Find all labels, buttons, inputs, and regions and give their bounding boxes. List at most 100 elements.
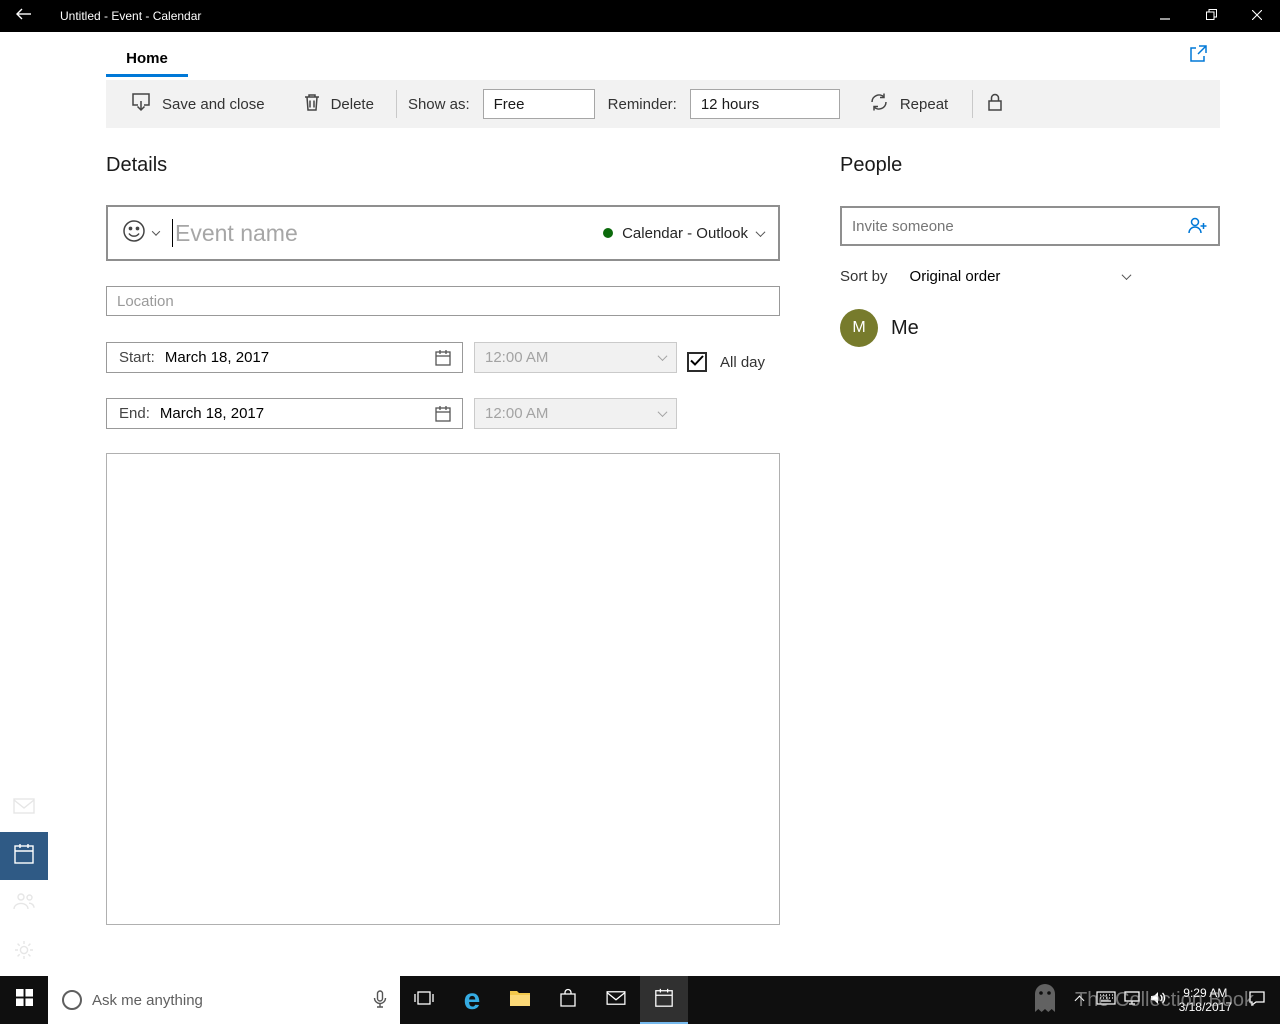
mail-icon (606, 990, 626, 1011)
window-title: Untitled - Event - Calendar (60, 9, 202, 23)
window-controls (1142, 0, 1280, 32)
speaker-icon (1149, 990, 1167, 1011)
show-as-value: Free (493, 95, 525, 113)
restore-button[interactable] (1188, 0, 1234, 32)
show-hidden-icons-button[interactable] (1067, 976, 1093, 1024)
clock-date: 3/18/2017 (1178, 1000, 1232, 1014)
all-day-label: All day (720, 354, 766, 371)
gear-icon (13, 939, 35, 966)
sidebar-item-settings[interactable] (0, 928, 48, 976)
minimize-button[interactable] (1142, 0, 1188, 32)
network-button[interactable] (1119, 976, 1145, 1024)
toolbar-separator (395, 90, 397, 118)
add-person-icon[interactable] (1186, 215, 1208, 237)
windows-logo-icon (15, 989, 33, 1011)
repeat-label: Repeat (899, 95, 949, 113)
delete-button[interactable]: Delete (297, 80, 380, 128)
app-sidebar (0, 32, 48, 976)
cortana-icon (62, 990, 82, 1010)
close-icon (1251, 7, 1263, 25)
sidebar-item-mail[interactable] (0, 784, 48, 832)
popout-icon (1188, 44, 1208, 69)
all-day-checkbox[interactable] (687, 352, 707, 372)
taskbar-item-mail[interactable] (592, 976, 640, 1024)
close-button[interactable] (1234, 0, 1280, 32)
chevron-down-icon (657, 407, 668, 418)
datepicker-calendar-icon (434, 405, 452, 423)
sort-by-dropdown[interactable]: Original order (909, 268, 1131, 285)
show-as-combobox[interactable]: Free (482, 89, 595, 119)
start-label: Start: (119, 349, 155, 366)
invite-input[interactable] (842, 217, 1186, 235)
restore-icon (1205, 7, 1217, 25)
chevron-up-icon (1074, 995, 1085, 1005)
delete-label: Delete (330, 95, 374, 113)
clock-time: 9:29 AM (1183, 986, 1228, 1000)
taskbar-item-store[interactable] (544, 976, 592, 1024)
volume-button[interactable] (1145, 976, 1171, 1024)
cortana-search-box[interactable] (48, 976, 400, 1024)
event-name-field[interactable]: Calendar - Outlook (106, 205, 780, 261)
chevron-down-icon (151, 227, 161, 236)
end-date-picker[interactable]: End: March 18, 2017 (106, 398, 463, 429)
tab-home-label: Home (126, 49, 168, 67)
private-button[interactable] (981, 80, 1009, 128)
end-label: End: (119, 405, 150, 422)
end-time-value: 12:00 AM (485, 405, 549, 422)
show-as-label: Show as: (407, 95, 470, 113)
mail-icon (13, 797, 35, 820)
task-view-button[interactable] (400, 976, 448, 1024)
start-date-value: March 18, 2017 (164, 349, 270, 366)
taskbar-clock[interactable]: 9:29 AM 3/18/2017 (1179, 986, 1232, 1014)
location-input[interactable] (106, 286, 780, 316)
repeat-icon (868, 91, 890, 117)
event-description-textarea[interactable] (106, 453, 780, 925)
reminder-value: 12 hours (700, 95, 760, 113)
taskbar-item-edge[interactable]: e (448, 976, 496, 1024)
ribbon-toolbar: Save and close Delete Show as: Free Remi… (106, 80, 1220, 128)
taskbar-search-input[interactable] (92, 991, 372, 1009)
taskbar: e (0, 976, 1280, 1024)
emoji-picker-button[interactable] (108, 207, 172, 259)
taskbar-item-calendar[interactable] (640, 976, 688, 1024)
start-time-value: 12:00 AM (485, 349, 549, 366)
details-heading: Details (106, 154, 168, 176)
save-and-close-button[interactable]: Save and close (124, 80, 271, 128)
calendar-selector[interactable]: Calendar - Outlook (603, 225, 778, 242)
invite-field[interactable] (840, 206, 1220, 246)
checkmark-icon (690, 353, 704, 371)
people-heading: People (840, 154, 903, 176)
titlebar: Untitled - Event - Calendar (0, 0, 1280, 32)
microphone-icon[interactable] (372, 990, 388, 1010)
event-editor: Home Save and close Delete Show as: Free… (48, 32, 1280, 976)
sidebar-item-people[interactable] (0, 880, 48, 928)
back-arrow-icon (16, 7, 32, 25)
back-button[interactable] (0, 0, 48, 32)
network-icon (1123, 990, 1141, 1011)
toolbar-separator (972, 90, 974, 118)
repeat-button[interactable]: Repeat (862, 80, 954, 128)
edge-icon: e (463, 983, 481, 1016)
sidebar-item-calendar[interactable] (0, 832, 48, 880)
reminder-label: Reminder: (607, 95, 677, 113)
sort-by-value: Original order (909, 268, 1001, 285)
action-center-icon (1248, 990, 1266, 1011)
chevron-down-icon (657, 351, 668, 362)
attendee-row[interactable]: M Me (840, 309, 919, 347)
calendar-icon (654, 988, 674, 1013)
tab-home[interactable]: Home (106, 42, 188, 77)
start-button[interactable] (0, 976, 48, 1024)
event-name-input[interactable] (175, 219, 604, 247)
start-date-picker[interactable]: Start: March 18, 2017 (106, 342, 463, 373)
touch-keyboard-button[interactable] (1093, 976, 1119, 1024)
sort-by-label: Sort by (840, 268, 888, 285)
end-time-combobox: 12:00 AM (474, 398, 677, 429)
popout-button[interactable] (1186, 44, 1210, 68)
attendee-name: Me (891, 316, 919, 339)
taskbar-item-file-explorer[interactable] (496, 976, 544, 1024)
action-center-button[interactable] (1240, 976, 1274, 1024)
calendar-icon (13, 843, 35, 870)
start-time-combobox: 12:00 AM (474, 342, 677, 373)
reminder-combobox[interactable]: 12 hours (689, 89, 840, 119)
calendar-color-dot (603, 228, 614, 238)
